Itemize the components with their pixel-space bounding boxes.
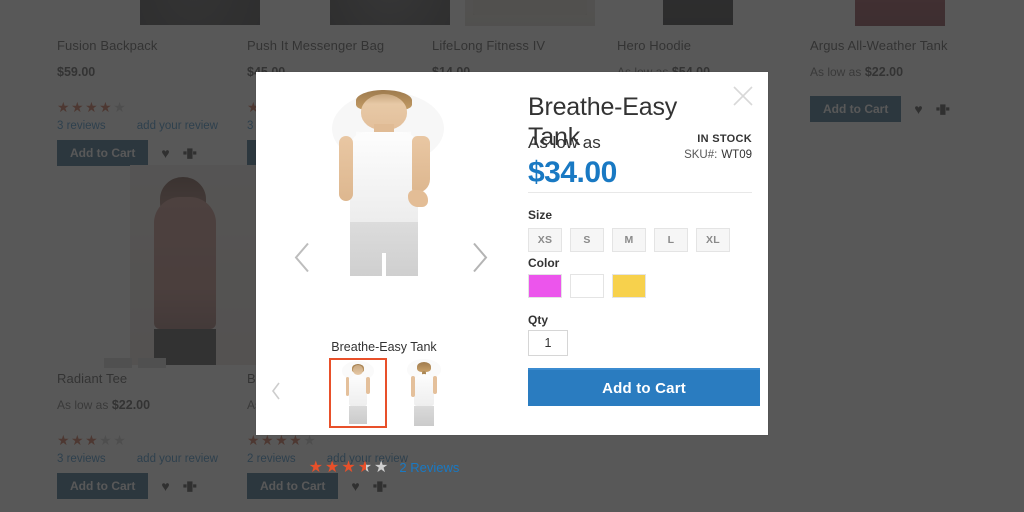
add-to-cart-button[interactable]: Add to Cart	[528, 368, 760, 406]
chevron-left-icon[interactable]	[292, 241, 314, 280]
size-swatch-group: XS S M L XL	[528, 228, 738, 252]
size-swatch-m[interactable]: M	[612, 228, 646, 252]
size-swatch-xl[interactable]: XL	[696, 228, 730, 252]
sku-value: WT09	[721, 149, 752, 161]
gallery-thumbnails	[256, 358, 512, 428]
product-info-panel: Breathe-Easy Tank IN STOCK SKU#: WT09 As …	[512, 72, 768, 435]
sku-label: SKU#:	[684, 149, 718, 161]
size-option-label: Size	[528, 208, 553, 222]
chevron-left-icon[interactable]	[270, 381, 282, 405]
quick-view-modal: Breathe-Easy Tank ★★★★★ 2 Reviews Breath…	[256, 72, 768, 476]
product-rating: ★★★★★ 2 Reviews	[256, 460, 512, 476]
gallery-main-image[interactable]	[284, 84, 484, 276]
status-badge: IN STOCK	[697, 133, 752, 145]
divider	[528, 192, 752, 193]
color-option-label: Color	[528, 256, 560, 270]
quantity-stepper[interactable]	[528, 330, 568, 356]
size-swatch-xs[interactable]: XS	[528, 228, 562, 252]
color-swatch-yellow[interactable]	[612, 274, 646, 298]
rating-stars: ★★★★★	[308, 459, 391, 476]
gallery-caption: Breathe-Easy Tank	[331, 340, 437, 354]
size-swatch-l[interactable]: L	[654, 228, 688, 252]
product-sku: SKU#: WT09	[684, 149, 752, 161]
price-prefix-label: As low as	[528, 133, 601, 152]
screen: Fusion Backpack $59.00 ★★★★★ 3 reviews a…	[0, 0, 1024, 512]
reviews-link[interactable]: 2 Reviews	[399, 460, 459, 476]
color-swatch-group	[528, 274, 654, 298]
qty-label: Qty	[528, 313, 549, 327]
product-photo-front	[284, 84, 484, 276]
size-swatch-s[interactable]: S	[570, 228, 604, 252]
gallery-thumbnail-1[interactable]	[395, 358, 453, 428]
color-swatch-white[interactable]	[570, 274, 604, 298]
chevron-right-icon[interactable]	[468, 241, 490, 280]
gallery-thumbnail-0[interactable]	[329, 358, 387, 428]
color-swatch-purple[interactable]	[528, 274, 562, 298]
product-gallery: Breathe-Easy Tank ★★★★★ 2 Reviews	[256, 72, 512, 476]
product-price: $34.00	[528, 156, 617, 189]
